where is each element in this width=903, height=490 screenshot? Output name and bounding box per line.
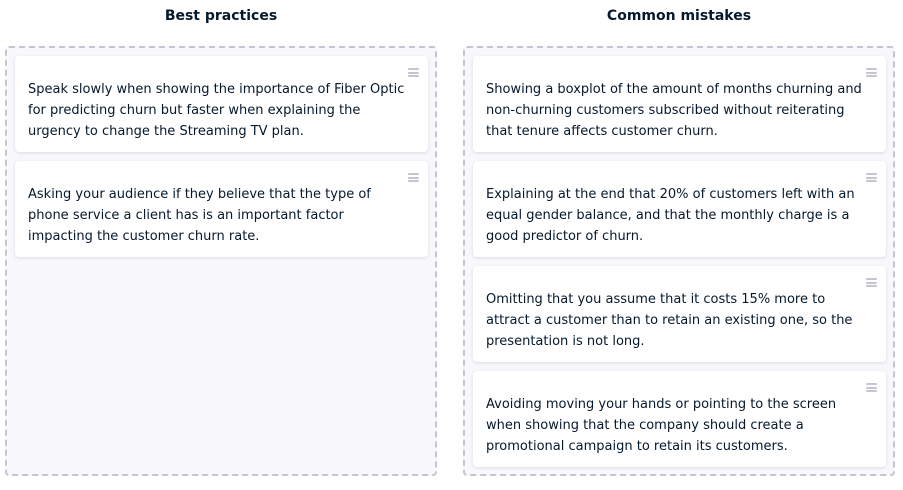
card-text: Asking your audience if they believe tha… [28, 187, 371, 244]
drag-handle-icon[interactable] [866, 68, 877, 77]
best-practices-dropzone[interactable]: Speak slowly when showing the importance… [5, 46, 437, 476]
card-text: Omitting that you assume that it costs 1… [486, 292, 853, 349]
best-practices-title: Best practices [164, 8, 278, 24]
draggable-card[interactable]: Showing a boxplot of the amount of month… [473, 56, 886, 152]
common-mistakes-column: Common mistakes Showing a boxplot of the… [463, 0, 895, 476]
card-text: Explaining at the end that 20% of custom… [486, 187, 855, 244]
card-text: Speak slowly when showing the importance… [28, 82, 405, 139]
draggable-card[interactable]: Omitting that you assume that it costs 1… [473, 266, 886, 362]
drag-handle-icon[interactable] [408, 173, 419, 182]
drag-handle-icon[interactable] [408, 68, 419, 77]
draggable-card[interactable]: Avoiding moving your hands or pointing t… [473, 371, 886, 467]
common-mistakes-title: Common mistakes [606, 8, 752, 24]
drag-handle-icon[interactable] [866, 383, 877, 392]
draggable-card[interactable]: Speak slowly when showing the importance… [15, 56, 428, 152]
card-text: Showing a boxplot of the amount of month… [486, 82, 862, 139]
card-text: Avoiding moving your hands or pointing t… [486, 397, 837, 454]
best-practices-column: Best practices Speak slowly when showing… [5, 0, 437, 476]
drag-handle-icon[interactable] [866, 173, 877, 182]
draggable-card[interactable]: Explaining at the end that 20% of custom… [473, 161, 886, 257]
drag-handle-icon[interactable] [866, 278, 877, 287]
common-mistakes-dropzone[interactable]: Showing a boxplot of the amount of month… [463, 46, 895, 476]
draggable-card[interactable]: Asking your audience if they believe tha… [15, 161, 428, 257]
